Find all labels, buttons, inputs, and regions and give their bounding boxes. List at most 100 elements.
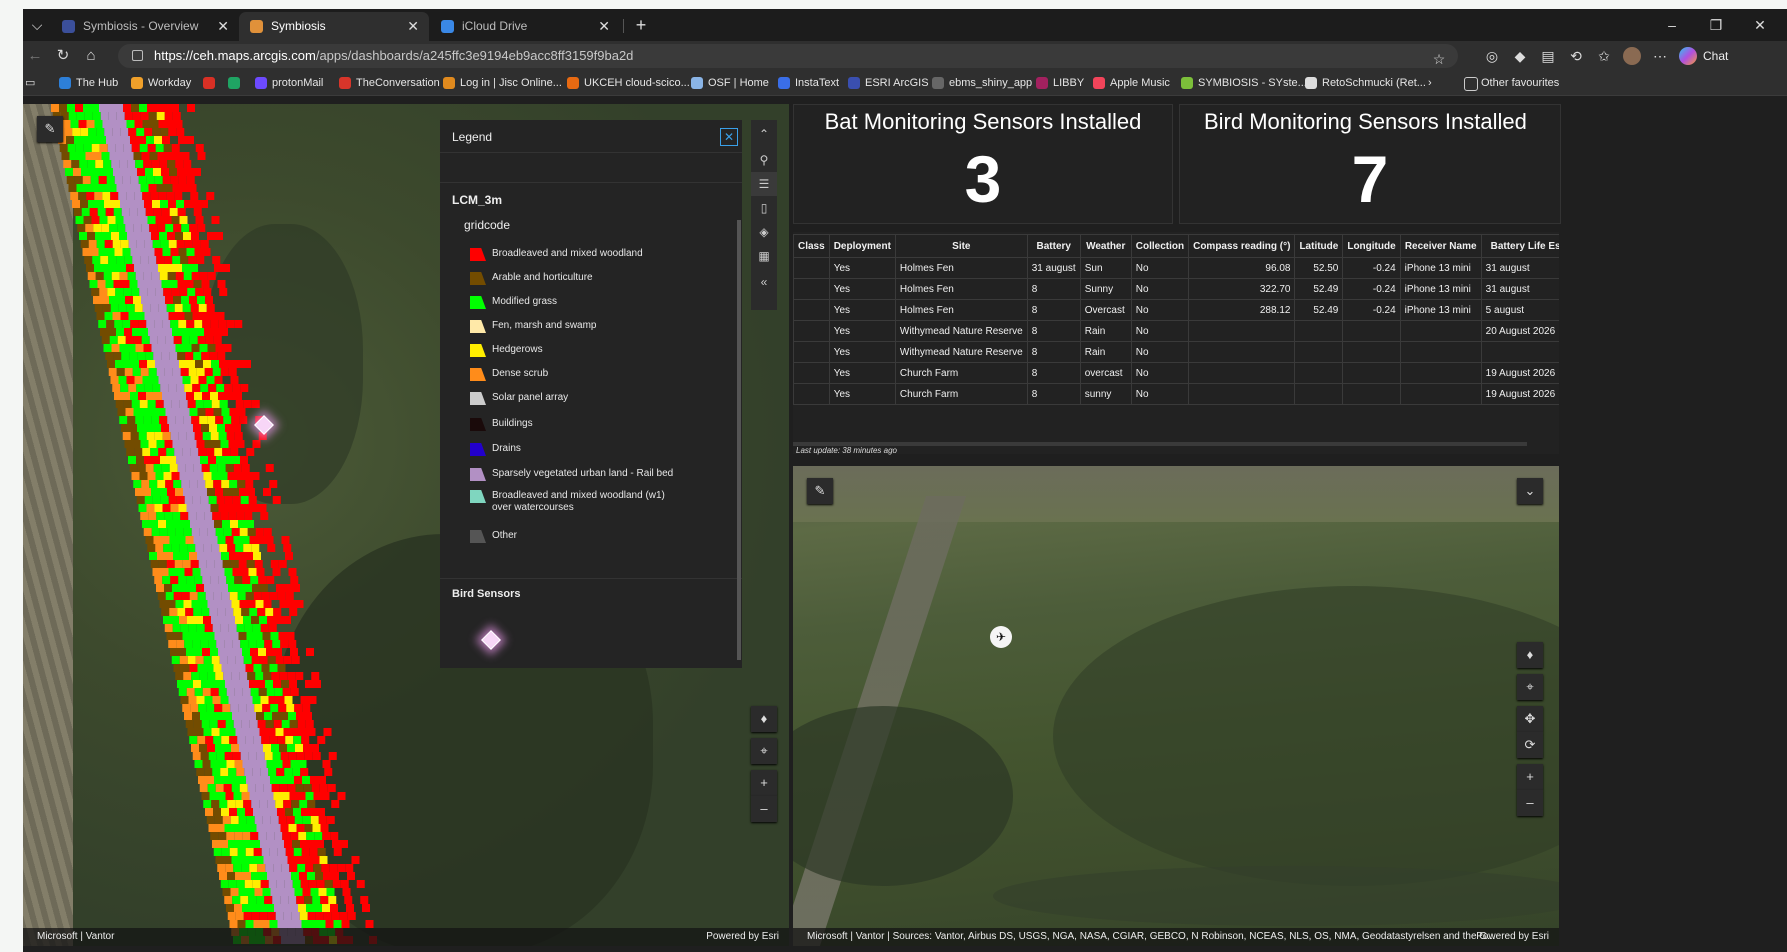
basemap-gallery-icon[interactable]: ▦ [751, 244, 777, 268]
bookmark-esri-arcgis[interactable]: ESRI ArcGIS [848, 71, 929, 95]
column-header[interactable]: Class [793, 234, 830, 258]
compass-icon[interactable]: ♦ [1517, 642, 1543, 668]
table-cell: No [1130, 257, 1190, 279]
table-row[interactable]: Yes Withymead Nature Reserve 8 Rain No 20 Aug… [793, 320, 1559, 342]
legend-scrollbar[interactable] [737, 220, 741, 660]
powered-by-esri[interactable]: Powered by Esri [1476, 928, 1549, 946]
land-cover-cell [200, 240, 209, 248]
favorite-star-icon[interactable]: ☆ [1430, 50, 1448, 68]
column-header[interactable]: Receiver Name [1399, 234, 1482, 258]
zoom-out-button[interactable]: – [1517, 790, 1543, 816]
favorites-icon[interactable]: ✩ [1595, 47, 1613, 65]
table-row[interactable]: YesChurch Farm8sunnyNo19 August 2026✎ [793, 383, 1559, 405]
refresh-icon[interactable]: ↻ [51, 45, 75, 67]
column-header[interactable]: Compass reading (°) [1188, 234, 1296, 258]
land-cover-cell [365, 920, 374, 928]
plane-marker-icon[interactable]: ✈ [990, 626, 1012, 648]
back-arrow-icon[interactable]: ← [23, 45, 47, 67]
collapse-panel-icon[interactable]: « [751, 270, 777, 294]
legend-list-icon[interactable]: ☰ [751, 172, 777, 196]
zoom-in-button[interactable]: + [751, 770, 777, 796]
bookmark-gmail[interactable] [203, 71, 220, 95]
bookmark-ebms[interactable]: ebms_shiny_app [932, 71, 1032, 95]
column-header[interactable]: Collection [1130, 234, 1190, 258]
land-cover-cell [130, 320, 139, 328]
compass-icon[interactable]: ♦ [751, 706, 777, 732]
bookmark-instatext[interactable]: InstaText [778, 71, 839, 95]
other-favourites[interactable]: Other favourites [1464, 71, 1559, 95]
extension-icon-2[interactable]: ◆ [1511, 47, 1529, 65]
bookmark-osf[interactable]: OSF | Home [691, 71, 769, 95]
bookmark-github[interactable]: RetoSchmucki (Ret... [1305, 71, 1426, 95]
more-menu-icon[interactable]: ⋯ [1651, 47, 1669, 65]
right-3d-scene-view[interactable]: ✎ ⌄ ✈ ♦ ⌖ ✥ ⟳ + – Microsoft | Vantor | S… [793, 466, 1559, 946]
bookmark-symbiosis[interactable]: SYMBIOSIS - SYste... [1181, 71, 1307, 95]
home-icon[interactable]: ⌂ [79, 45, 103, 67]
bookmark-libby[interactable]: LIBBY [1036, 71, 1084, 95]
column-header[interactable]: Weather [1079, 234, 1132, 258]
layers-icon[interactable]: ◈ [751, 220, 777, 244]
extension-icon[interactable]: ◎ [1483, 47, 1501, 65]
copilot-icon[interactable] [1679, 47, 1697, 65]
zoom-out-button[interactable]: – [751, 796, 777, 822]
land-cover-cell [103, 160, 112, 168]
new-tab-button[interactable]: + [626, 9, 656, 41]
close-icon[interactable]: ✕ [217, 12, 229, 41]
column-header[interactable]: Battery [1026, 234, 1081, 258]
bookmark-the-hub[interactable]: The Hub [59, 71, 118, 95]
close-icon[interactable]: ✕ [407, 12, 419, 41]
bookmark-drive[interactable] [228, 71, 245, 95]
address-bar[interactable]: https://ceh.maps.arcgis.com/apps/dashboa… [118, 44, 1458, 68]
land-cover-cell [283, 800, 292, 808]
bookmark-protonmail[interactable]: protonMail [255, 71, 323, 95]
close-icon[interactable]: ✕ [598, 12, 610, 41]
locate-icon[interactable]: ⌖ [1517, 674, 1543, 700]
close-icon[interactable]: ✕ [720, 128, 738, 146]
pan-icon[interactable]: ✥ [1517, 706, 1543, 732]
column-header[interactable]: Battery Life Esti [1480, 234, 1559, 258]
bookmark-ukceh[interactable]: UKCEH cloud-scico... [567, 71, 690, 95]
close-window-button[interactable]: ✕ [1738, 9, 1782, 41]
reading-icon[interactable]: ▤ [1539, 47, 1557, 65]
table-row[interactable]: Yes Holmes Fen 8 Overcast No 288.12 52.49 -0.24… [793, 299, 1559, 321]
land-cover-cell [93, 224, 102, 232]
sketch-tool-icon[interactable]: ✎ [37, 116, 63, 142]
bookmark-apple-music[interactable]: Apple Music [1093, 71, 1170, 95]
left-map-view[interactable]: ✎ Legend ✕ LCM_3m gridcode Broadleaved a… [23, 104, 789, 946]
bookmark-jisc[interactable]: Log in | Jisc Online... [443, 71, 562, 95]
table-row[interactable]: Yes Holmes Fen 8 Sunny No 322.70 52.49 -0.24 iPh… [793, 278, 1559, 300]
refresh-extension-icon[interactable]: ⟲ [1567, 47, 1585, 65]
bookmark-theconversation[interactable]: TheConversation [339, 71, 440, 95]
rotate-icon[interactable]: ⟳ [1517, 732, 1543, 758]
url-text[interactable]: https://ceh.maps.arcgis.com/apps/dashboa… [154, 44, 633, 68]
column-header[interactable]: Latitude [1294, 234, 1344, 258]
table-row[interactable]: YesChurch Farm8overcastNo19 August 2026✎ [793, 362, 1559, 384]
zoom-in-button[interactable]: + [1517, 764, 1543, 790]
search-icon[interactable]: ⚲ [751, 148, 777, 172]
bookmark-icon[interactable]: ▯ [751, 196, 777, 220]
table-row[interactable]: YesWithymead Nature Reserve8RainNo✎ [793, 341, 1559, 363]
tab-symbiosis-overview[interactable]: Symbiosis - Overview ✕ [51, 12, 239, 41]
column-header[interactable]: Site [894, 234, 1028, 258]
tab-actions-button[interactable]: ⌵ [23, 9, 51, 41]
table-row[interactable]: Yes Holmes Fen 31 august Sun No 96.08 52.50 -0.… [793, 257, 1559, 279]
column-header[interactable]: Longitude [1342, 234, 1401, 258]
collapse-up-icon[interactable]: ⌃ [751, 122, 777, 146]
locate-icon[interactable]: ⌖ [751, 738, 777, 764]
chat-label[interactable]: Chat [1703, 49, 1728, 63]
powered-by-esri[interactable]: Powered by Esri [706, 928, 779, 946]
column-header[interactable]: Deployment [828, 234, 896, 258]
tab-icloud-drive[interactable]: iCloud Drive ✕ [430, 12, 620, 41]
bookmark-workday[interactable]: Workday [131, 71, 191, 95]
minimize-button[interactable]: – [1650, 9, 1694, 41]
land-cover-cell [198, 448, 207, 456]
bookmarks-overflow-chevron-icon[interactable]: › [1428, 71, 1432, 95]
restore-button[interactable]: ❐ [1694, 9, 1738, 41]
table-horizontal-scrollbar[interactable] [793, 442, 1527, 446]
profile-avatar[interactable] [1623, 47, 1641, 65]
bookmarks-menu-icon[interactable]: ▭ [25, 71, 35, 95]
bookmark-label: ebms_shiny_app [949, 77, 1033, 89]
expand-chevron-icon[interactable]: ⌄ [1517, 478, 1543, 504]
sketch-tool-icon[interactable]: ✎ [807, 478, 833, 504]
tab-symbiosis[interactable]: Symbiosis ✕ [239, 12, 429, 41]
